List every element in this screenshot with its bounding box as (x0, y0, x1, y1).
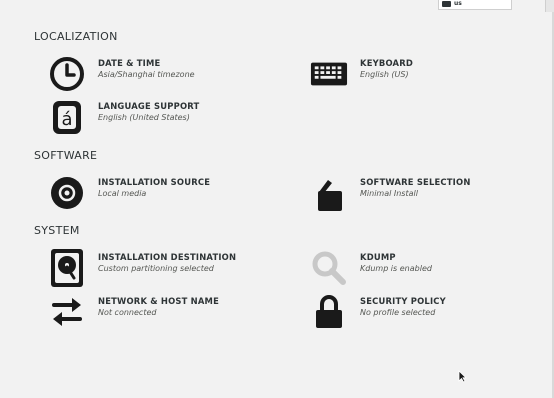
spoke-status: Local media (98, 189, 147, 198)
spoke-installation-destination[interactable]: INSTALLATION DESTINATION Custom partitio… (48, 249, 236, 287)
harddisk-icon (48, 249, 86, 287)
padlock-icon (310, 293, 348, 331)
spoke-date-time[interactable]: DATE & TIME Asia/Shanghai timezone (48, 55, 195, 93)
spoke-title: DATE & TIME (98, 58, 161, 68)
spoke-title: NETWORK & HOST NAME (98, 296, 220, 306)
section-title-software: SOFTWARE (34, 149, 98, 162)
svg-text:á: á (61, 109, 72, 130)
spoke-title: KEYBOARD (360, 58, 414, 68)
keyboard-layout-indicator[interactable]: us (438, 0, 512, 10)
spoke-installation-source[interactable]: INSTALLATION SOURCE Local media (48, 174, 210, 212)
keyboard-layout-label: us (454, 0, 462, 7)
keyboard-mini-icon (442, 0, 451, 7)
spoke-status: English (United States) (98, 113, 190, 122)
language-icon: á (48, 98, 86, 136)
spoke-title: SECURITY POLICY (360, 296, 446, 306)
spoke-security-policy[interactable]: SECURITY POLICY No profile selected (310, 293, 446, 331)
spoke-kdump[interactable]: KDUMP Kdump is enabled (310, 249, 432, 287)
mouse-pointer-icon (458, 368, 467, 387)
spoke-status: Asia/Shanghai timezone (98, 70, 195, 79)
spoke-status: Custom partitioning selected (98, 264, 214, 273)
spoke-status: Minimal Install (360, 189, 418, 198)
spoke-title: LANGUAGE SUPPORT (98, 101, 200, 111)
network-arrows-icon (48, 293, 86, 331)
section-title-system: SYSTEM (34, 224, 80, 237)
disc-icon (48, 174, 86, 212)
spoke-status: Kdump is enabled (360, 264, 432, 273)
spoke-title: KDUMP (360, 252, 396, 262)
spoke-software-selection[interactable]: SOFTWARE SELECTION Minimal Install (310, 174, 471, 212)
spoke-status: No profile selected (360, 308, 436, 317)
top-bar: us (0, 0, 554, 14)
spoke-status: English (US) (360, 70, 409, 79)
scrollbar-top[interactable] (545, 0, 554, 12)
spoke-status: Not connected (98, 308, 157, 317)
clock-icon (48, 55, 86, 93)
spoke-title: INSTALLATION DESTINATION (98, 252, 237, 262)
spoke-title: INSTALLATION SOURCE (98, 177, 211, 187)
section-title-localization: LOCALIZATION (34, 30, 118, 43)
spoke-title: SOFTWARE SELECTION (360, 177, 471, 187)
search-icon (310, 249, 348, 287)
spoke-network-hostname[interactable]: NETWORK & HOST NAME Not connected (48, 293, 219, 331)
keyboard-icon (310, 55, 348, 93)
package-icon (310, 174, 348, 212)
spoke-keyboard[interactable]: KEYBOARD English (US) (310, 55, 413, 93)
spoke-language-support[interactable]: á LANGUAGE SUPPORT English (United State… (48, 98, 199, 136)
